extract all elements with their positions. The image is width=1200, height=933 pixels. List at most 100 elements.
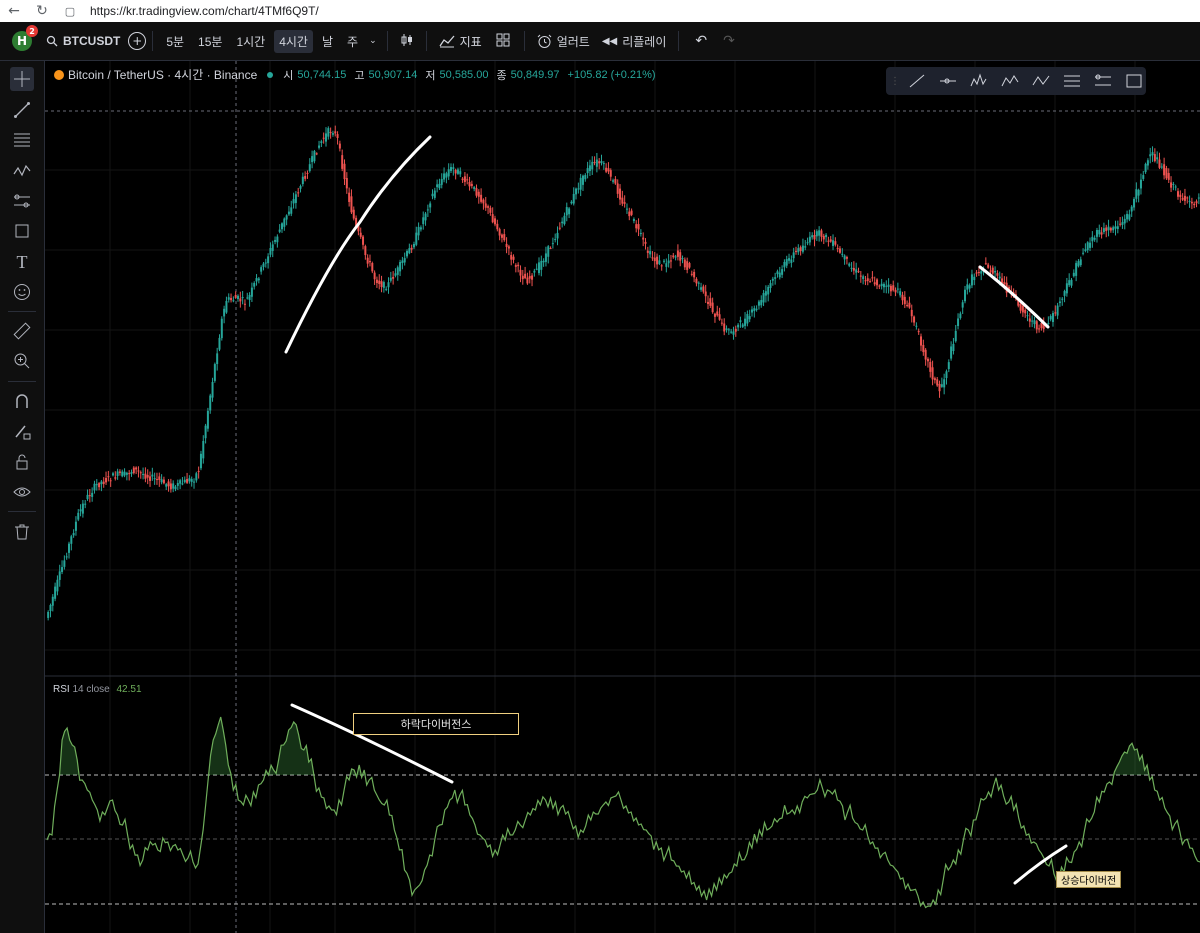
interval-dropdown-chevron-icon[interactable]: ⌄ — [369, 36, 377, 46]
candle-body — [952, 343, 955, 352]
candle-body — [568, 208, 571, 215]
candle-body — [461, 178, 464, 181]
candle-body — [1167, 172, 1170, 180]
symbol-search-button[interactable]: BTCUSDT — [46, 34, 120, 48]
candle-body — [431, 193, 434, 197]
candle-body — [1075, 263, 1078, 276]
candle-body — [1165, 168, 1168, 179]
interval-1h[interactable]: 1시간 — [231, 30, 270, 53]
crosshair-icon[interactable] — [10, 67, 34, 91]
tool-divider — [8, 311, 36, 312]
candle-body — [401, 260, 404, 263]
candle-body — [783, 261, 786, 268]
candle-body — [882, 284, 885, 288]
legend-symbol[interactable]: Bitcoin / TetherUS · 4시간 · Binance — [68, 66, 257, 83]
candle-body — [98, 483, 101, 488]
undo-icon[interactable]: ↶ — [695, 33, 707, 49]
stay-drawing-lock-icon[interactable] — [10, 420, 34, 444]
fav-trend-line-icon[interactable] — [904, 70, 929, 92]
pattern-icon[interactable] — [10, 159, 34, 183]
candle-body — [49, 605, 52, 612]
replay-button[interactable]: ◀◀ 리플레이 — [602, 33, 667, 50]
drag-handle-icon[interactable]: ⋮ — [890, 76, 900, 87]
candle-body — [419, 227, 422, 230]
candle-body — [653, 257, 656, 262]
price-chart[interactable] — [45, 61, 1200, 933]
candle-body — [197, 471, 200, 473]
fav-fib-retracement-icon[interactable] — [1059, 70, 1084, 92]
trend-line-icon[interactable] — [10, 98, 34, 122]
candle-body — [528, 276, 531, 279]
candle-body — [320, 141, 323, 144]
emoji-icon[interactable] — [10, 280, 34, 304]
rsi-name[interactable]: RSI — [53, 684, 70, 695]
bearish-divergence-label[interactable]: 하락다이버전스 — [353, 713, 519, 735]
candle-body — [855, 269, 858, 273]
zoom-in-icon[interactable] — [10, 349, 34, 373]
candle-body — [1026, 315, 1029, 317]
candle-body — [628, 211, 631, 217]
candle-body — [781, 269, 784, 275]
shape-rectangle-icon[interactable] — [10, 219, 34, 243]
candle-body — [162, 479, 165, 484]
fav-abc-pattern-icon[interactable] — [1028, 70, 1053, 92]
candle-body — [1190, 201, 1193, 204]
reload-icon[interactable]: ↻ — [28, 3, 56, 19]
candle-body — [947, 362, 950, 370]
fav-rectangle-icon[interactable] — [1121, 70, 1146, 92]
trash-icon[interactable] — [10, 520, 34, 544]
candle-body — [54, 586, 57, 599]
candle-body — [820, 230, 823, 237]
interval-day[interactable]: 날 — [317, 30, 338, 53]
fav-horizontal-ray-icon[interactable] — [935, 70, 960, 92]
site-info-icon[interactable]: ▢ — [56, 5, 84, 18]
fav-head-shoulders-icon[interactable] — [966, 70, 991, 92]
user-avatar[interactable]: H 2 — [12, 25, 38, 51]
redo-icon[interactable]: ↷ — [723, 33, 735, 49]
candle-style-icon[interactable] — [400, 33, 414, 50]
candle-body — [632, 219, 635, 222]
alert-button[interactable]: 얼러트 — [537, 33, 590, 50]
candle-body — [1144, 163, 1147, 173]
templates-grid-icon[interactable] — [496, 33, 510, 50]
candle-body — [926, 358, 929, 362]
candle-body — [410, 247, 413, 250]
fav-price-range-icon[interactable] — [1090, 70, 1115, 92]
candle-body — [558, 227, 561, 229]
fav-elliott-wave-icon[interactable] — [997, 70, 1022, 92]
symbol-legend: Bitcoin / TetherUS · 4시간 · Binance 시 50,7… — [54, 66, 660, 83]
candle-body — [348, 192, 351, 202]
ruler-icon[interactable] — [10, 319, 34, 343]
back-arrow-icon[interactable]: ← — [0, 3, 28, 19]
candle-body — [246, 297, 249, 299]
interval-week[interactable]: 주 — [342, 30, 363, 53]
candle-body — [385, 288, 388, 290]
text-tool-icon[interactable]: T — [10, 250, 34, 274]
url-text[interactable]: https://kr.tradingview.com/chart/4TMf6Q9… — [90, 4, 319, 18]
interval-4h[interactable]: 4시간 — [274, 29, 313, 53]
compare-add-icon[interactable]: + — [128, 32, 147, 50]
rsi-legend: RSI 14 close 42.51 — [53, 684, 142, 695]
interval-15m[interactable]: 15분 — [193, 30, 227, 53]
interval-5m[interactable]: 5분 — [161, 30, 189, 53]
candle-body — [1035, 321, 1038, 330]
magnet-icon[interactable] — [10, 389, 34, 413]
candle-body — [84, 503, 87, 505]
projection-icon[interactable] — [10, 189, 34, 213]
candle-body — [294, 194, 297, 203]
indicators-label: 지표 — [459, 34, 482, 49]
fib-lines-icon[interactable] — [10, 128, 34, 152]
indicators-button[interactable]: 지표 — [439, 33, 482, 50]
bullish-divergence-label[interactable]: 상승다이버전 — [1056, 871, 1122, 888]
candle-body — [607, 168, 610, 172]
candle-body — [128, 473, 131, 475]
lock-icon[interactable] — [10, 450, 34, 474]
candle-body — [327, 128, 330, 137]
eye-icon[interactable] — [10, 480, 34, 504]
candle-body — [1084, 249, 1087, 252]
candle-body — [417, 226, 420, 236]
candle-body — [744, 318, 747, 326]
candle-body — [262, 263, 265, 267]
candle-body — [436, 184, 439, 188]
candle-body — [111, 473, 114, 476]
